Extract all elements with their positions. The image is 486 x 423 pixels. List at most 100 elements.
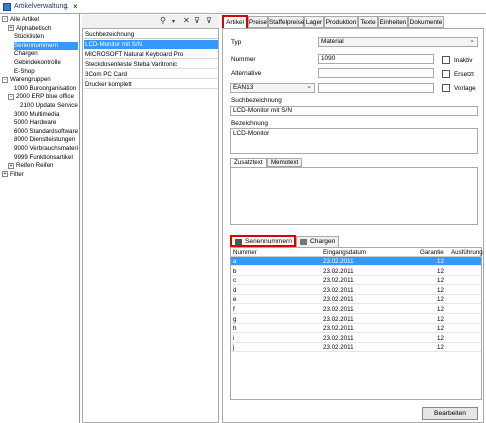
tree-item[interactable]: 1000 Buroorganisation (14, 85, 78, 93)
tree-item-label: 9000 Verbrauchsmaterial (14, 145, 78, 152)
alternative-input[interactable] (318, 68, 434, 78)
tree-item[interactable]: 5000 Hardware (14, 119, 78, 127)
warranty-cell: 12 (437, 344, 444, 352)
date-cell: 23.02.2011 (323, 296, 354, 304)
tab-lager[interactable]: Lager (304, 16, 324, 28)
date-cell: 23.02.2011 (323, 258, 354, 265)
list-item[interactable]: Drucker komplett (84, 80, 218, 89)
list-item[interactable]: 3Com PC Card (84, 70, 218, 79)
suchbezeichnung-input[interactable]: LCD-Monitor mit S/N (230, 106, 478, 116)
tab-texte[interactable]: Texte (358, 16, 378, 28)
clear-icon[interactable]: ✕ (183, 16, 190, 25)
table-row[interactable]: e 23.02.2011 12 (231, 295, 481, 305)
list-header[interactable]: Suchbezeichnung (84, 30, 218, 39)
tree-item-label: Filter (10, 170, 24, 178)
grid-header: Nummer Eingangsdatum Garantie Ausführung (231, 248, 483, 257)
bearbeiten-button[interactable]: Bearbeiten (422, 407, 478, 420)
column-ausfuehrung[interactable]: Ausführung (451, 248, 483, 257)
warranty-cell: 12 (437, 258, 444, 265)
tree-item[interactable]: E-Shop (14, 68, 78, 76)
tab-produktion[interactable]: Produktion (324, 16, 358, 28)
tree-item[interactable]: + Reifen Reifen (8, 162, 78, 170)
tab-staffelpreise[interactable]: Staffelpreise (268, 16, 304, 28)
tree-item[interactable]: 3000 Multimedia (14, 111, 78, 119)
vorlage-checkbox[interactable] (442, 84, 450, 92)
nummer-input[interactable]: 1090 (318, 54, 434, 64)
ean-input[interactable] (318, 83, 434, 93)
tree-item-label: 8000 Dienstleistungen (14, 136, 76, 144)
warranty-cell: 12 (437, 267, 444, 275)
inaktiv-checkbox[interactable] (442, 56, 450, 64)
tab-preise[interactable]: Preise (248, 16, 268, 28)
article-detail-panel: Typ Material Nummer 1090 Inaktiv Alterna… (222, 28, 484, 423)
tree-item[interactable]: -2000 ERP blue office (8, 93, 78, 101)
warranty-cell: 12 (437, 306, 444, 313)
table-row[interactable]: i 23.02.2011 12 (231, 334, 481, 343)
list-item[interactable]: Steckdosenleiste Steba Varitronic (84, 60, 218, 69)
table-row[interactable]: c 23.02.2011 12 (231, 276, 481, 286)
tree-item[interactable]: Stücklisten (14, 33, 78, 41)
list-item[interactable]: LCD-Monitor mit S/N (84, 40, 218, 49)
bezeichnung-textarea[interactable]: LCD-Monitor (230, 128, 478, 154)
table-row[interactable]: h 23.02.2011 12 (231, 324, 481, 334)
tree-item[interactable]: 6000 Standardsoftware (14, 128, 78, 136)
tree-item-label: Stücklisten (14, 33, 44, 41)
tree-item[interactable]: 2100 Update Service (20, 102, 78, 110)
tree-item[interactable]: + Filter (2, 171, 78, 179)
tree-item[interactable]: 9999 Funktionsartikel (14, 154, 78, 162)
expand-icon[interactable]: + (8, 24, 14, 31)
close-icon[interactable]: × (73, 2, 78, 11)
ean-type-select[interactable]: EAN13 (230, 83, 315, 93)
tree-item[interactable]: + Alphabetisch (8, 25, 78, 33)
table-row[interactable]: b 23.02.2011 12 (231, 267, 481, 276)
column-nummer[interactable]: Nummer (233, 248, 257, 257)
tab-einheiten[interactable]: Einheiten (378, 16, 408, 28)
collapse-icon[interactable]: - (2, 76, 8, 83)
tab-dokumente[interactable]: Dokumente (408, 16, 444, 28)
table-row[interactable]: a 23.02.2011 12 (231, 257, 481, 266)
funnel-icon[interactable]: ⊽ (194, 16, 200, 25)
expand-icon[interactable]: + (2, 171, 8, 178)
search-icon[interactable]: ⚲ (160, 16, 166, 25)
table-row[interactable]: d 23.02.2011 12 (231, 286, 481, 295)
expand-icon[interactable]: + (8, 162, 14, 169)
detail-tabs: Artikel Preise Staffelpreise Lager Produktio… (222, 15, 484, 29)
funnel-clear-icon[interactable]: ⊽ (206, 16, 212, 25)
bezeichnung-label: Bezeichnung (231, 120, 268, 127)
category-tree: - Alle Artikel + Alphabetisch Stücklisten Ser… (0, 14, 80, 423)
dropdown-icon[interactable]: ▾ (172, 18, 175, 25)
batch-icon (300, 239, 307, 245)
warranty-cell: 12 (437, 325, 444, 333)
tab-seriennummern-label: Seriennummern (245, 238, 292, 245)
tree-item-label: E-Shop (14, 67, 35, 75)
table-row[interactable]: g 23.02.2011 12 (231, 315, 481, 324)
column-garantie[interactable]: Garantie (420, 248, 444, 257)
tree-item[interactable]: - Alle Artikel (2, 16, 78, 24)
pin-icon[interactable]: ⊥ (63, 2, 69, 10)
tree-item[interactable]: Chargen (14, 50, 78, 58)
tab-artikel[interactable]: Artikel (222, 15, 248, 29)
column-eingangsdatum[interactable]: Eingangsdatum (323, 248, 366, 257)
collapse-icon[interactable]: - (8, 93, 14, 100)
tree-item[interactable]: - Warengruppen (2, 76, 78, 84)
ersetzt-label: Ersetzt (454, 71, 474, 78)
tree-item[interactable]: Gebindekontrolle (14, 59, 78, 67)
tab-seriennummern[interactable]: Seriennummern (230, 235, 296, 247)
tree-item[interactable]: 8000 Dienstleistungen (14, 136, 78, 144)
list-toolbar: ⚲ ▾ ✕ ⊽ ⊽ (82, 15, 219, 28)
date-cell: 23.02.2011 (323, 277, 354, 285)
tree-item-label: 2000 ERP blue office (16, 93, 74, 101)
typ-select[interactable]: Material (318, 37, 478, 47)
serial-number-cell: h (233, 325, 237, 333)
tree-item[interactable]: 9000 Verbrauchsmaterial (14, 145, 78, 153)
table-row[interactable]: j 23.02.2011 12 (231, 343, 481, 353)
list-item[interactable]: MICROSOFT Natural Keyboard Pro (84, 50, 218, 59)
table-row[interactable]: f 23.02.2011 12 (231, 305, 481, 314)
collapse-icon[interactable]: - (2, 16, 8, 23)
serial-number-cell: a (233, 258, 237, 265)
ersetzt-checkbox[interactable] (442, 70, 450, 78)
tab-memotext[interactable]: Memotext (267, 158, 303, 167)
zusatztext-textarea[interactable] (230, 167, 478, 225)
tree-item[interactable]: Seriennummern (14, 41, 78, 50)
tab-zusatztext[interactable]: Zusatztext (230, 158, 267, 167)
